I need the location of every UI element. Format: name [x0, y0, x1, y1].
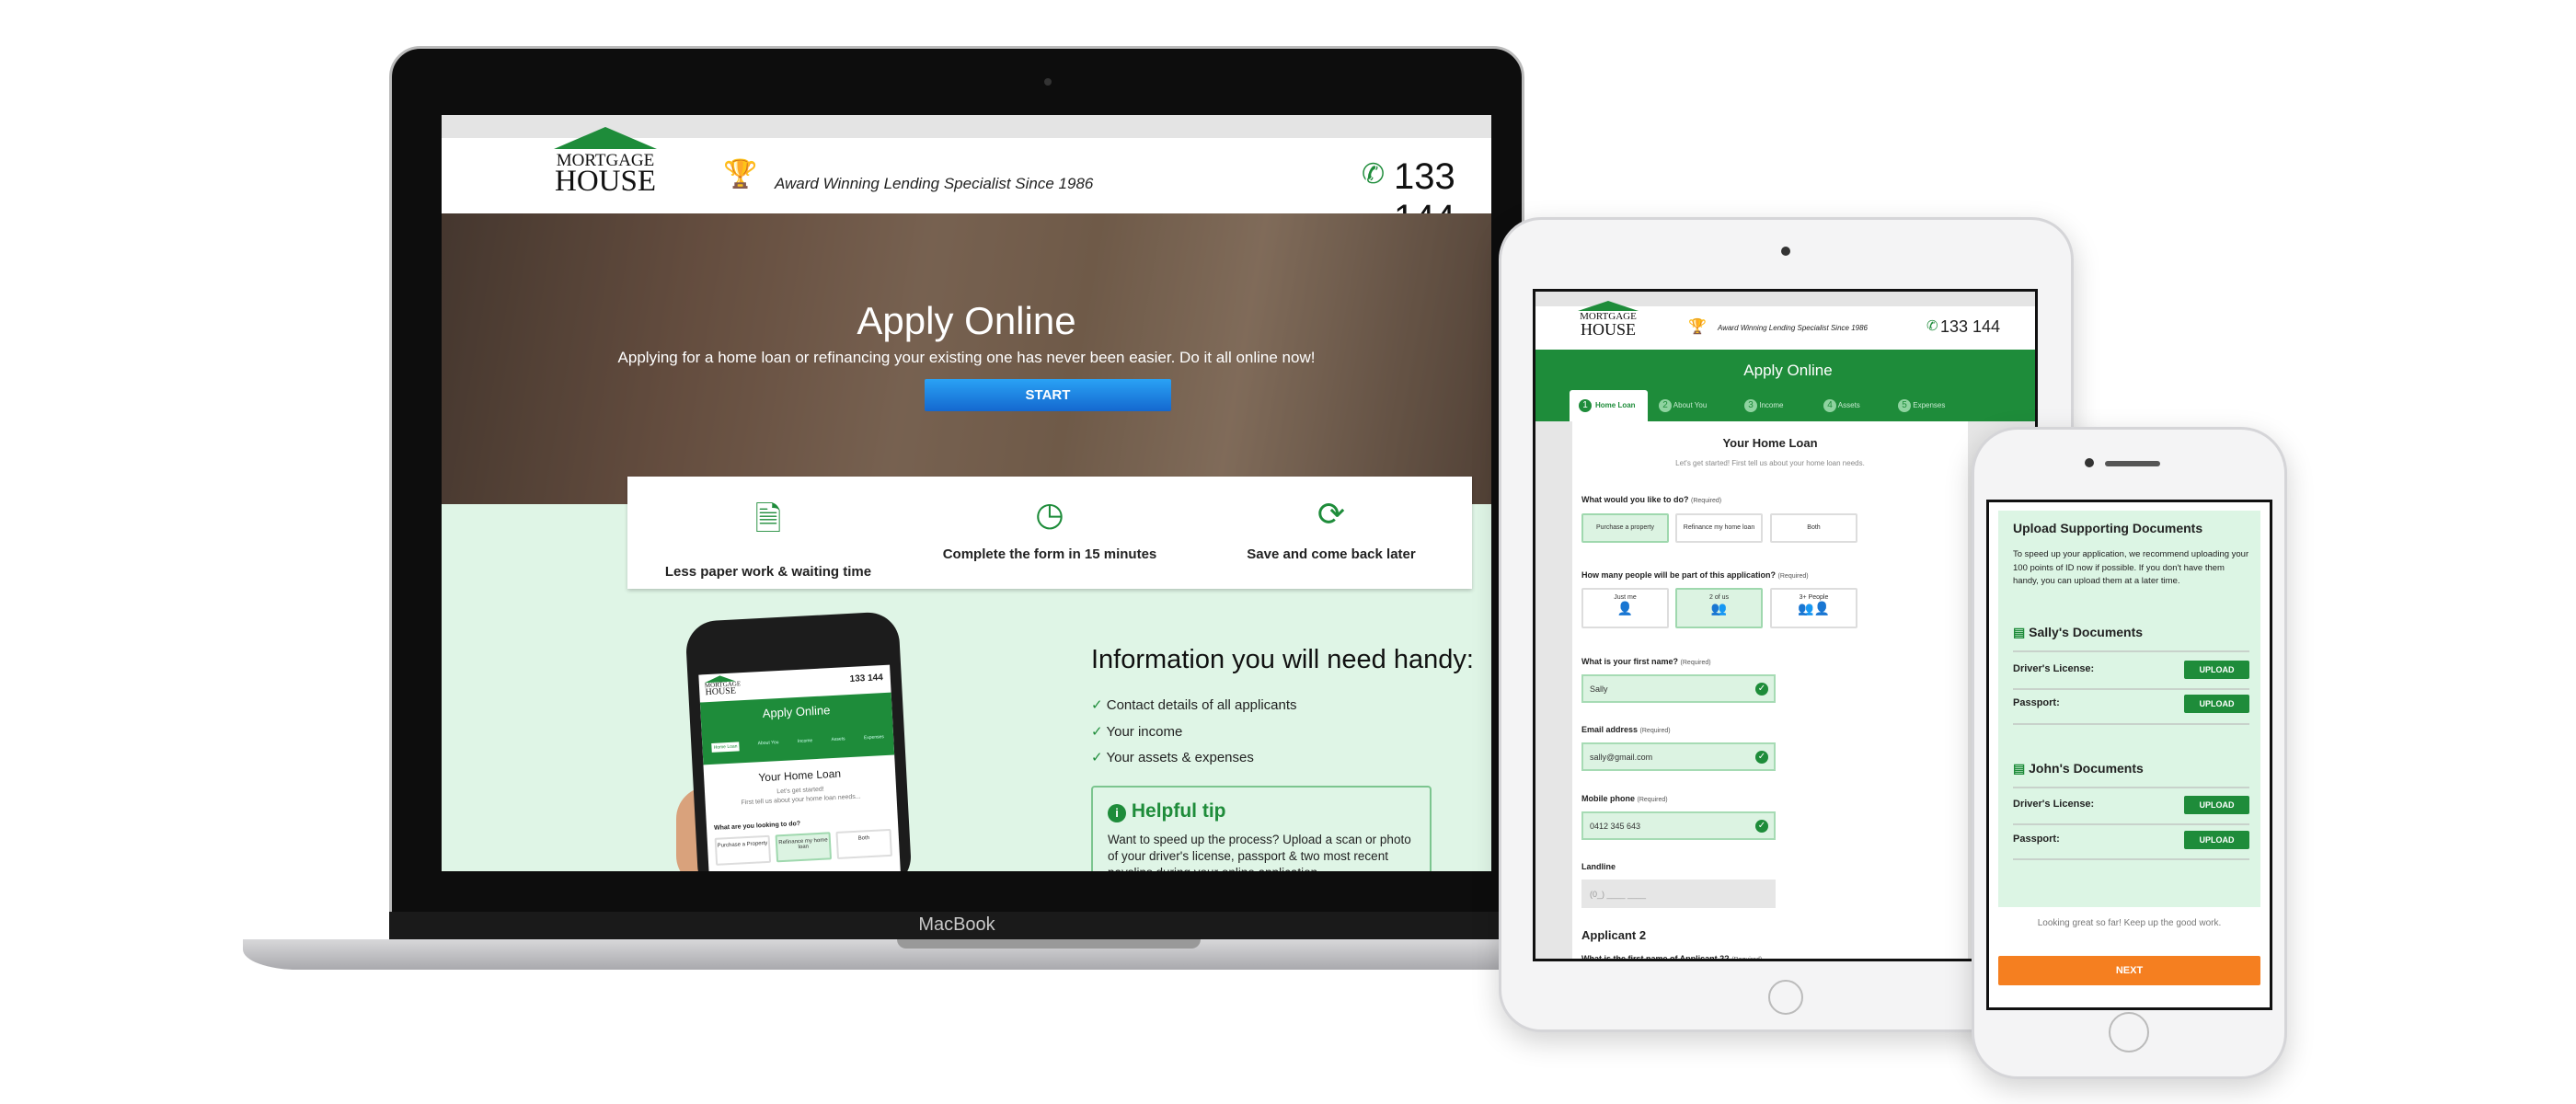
trophy-icon: 🏆 — [723, 159, 758, 190]
doc-row: Passport: UPLOAD — [2013, 831, 2249, 849]
tip-text: Want to speed up the process? Upload a s… — [1108, 833, 1411, 871]
check-icon: ✓ — [1755, 751, 1768, 764]
first-name-input[interactable]: Sally ✓ — [1581, 674, 1776, 703]
option-refinance[interactable]: Refinance my home loan — [1675, 513, 1763, 543]
q2-label: How many people will be part of this app… — [1581, 570, 1809, 580]
option-2-of-us[interactable]: 2 of us 👥 — [1675, 588, 1763, 628]
upload-button[interactable]: UPLOAD — [2184, 661, 2249, 679]
form-subheading: Let's get started! First tell us about y… — [1675, 459, 1865, 467]
mini-option: Purchase a Property — [714, 834, 772, 866]
group-heading: John's Documents — [2029, 761, 2144, 776]
features-card: 🗎 Less paper work & waiting time ◷ Compl… — [627, 477, 1472, 589]
tab-about-you[interactable]: 2 About You — [1659, 399, 1707, 412]
feature-item: ⟳ Save and come back later — [1190, 495, 1472, 562]
tagline: Award Winning Lending Specialist Since 1… — [775, 175, 1094, 192]
landline-input[interactable]: (0_) ____ ____ — [1581, 880, 1776, 908]
phone-speaker — [2105, 461, 2160, 466]
option-3-plus[interactable]: 3+ People 👥👤 — [1770, 588, 1857, 628]
logo[interactable]: MORTGAGE HOUSE — [554, 127, 657, 196]
info-icon: i — [1108, 804, 1126, 822]
tab-income[interactable]: 3 Income — [1744, 399, 1783, 412]
applicant2-question: What is the first name of Applicant 2? (… — [1581, 954, 1763, 961]
clock-icon: ◷ — [1035, 495, 1064, 533]
laptop-notch — [897, 939, 1201, 949]
mini-green-header: Apply Online Home Loan About You Income Ass… — [699, 692, 895, 765]
start-button[interactable]: START — [925, 379, 1171, 411]
form-heading: Your Home Loan — [1722, 436, 1818, 450]
first-name-label: What is your first name? (Required) — [1581, 657, 1711, 666]
mini-question: What are you looking to do? — [713, 821, 801, 832]
mini-phone: MORTGAGE HOUSE 133 144 Apply Online Home … — [684, 611, 913, 871]
group-heading: Sally's Documents — [2029, 625, 2144, 639]
doc-row: Driver's License: UPLOAD — [2013, 796, 2249, 814]
phone-home-button[interactable] — [2109, 1012, 2149, 1052]
phone-icon: ✆ — [1926, 318, 1938, 334]
doc-row: Passport: UPLOAD — [2013, 695, 2249, 713]
tagline: Award Winning Lending Specialist Since 1… — [1718, 324, 1868, 332]
info-item: ✓ Contact details of all applicants — [1091, 697, 1297, 713]
applicant2-heading: Applicant 2 — [1581, 928, 1647, 942]
hero-subtitle: Applying for a home loan or refinancing … — [617, 349, 1316, 366]
tab-expenses[interactable]: 5 Expenses — [1898, 399, 1945, 412]
upload-button[interactable]: UPLOAD — [2184, 796, 2249, 814]
laptop-brand: MacBook — [918, 914, 995, 935]
option-just-me[interactable]: Just me 👤 — [1581, 588, 1669, 628]
mini-option: Refinance my home loan — [775, 832, 833, 863]
tab-home-loan[interactable]: 1 Home Loan — [1570, 390, 1648, 421]
email-input[interactable]: sally@gmail.com ✓ — [1581, 742, 1776, 771]
tip-title: Helpful tip — [1131, 800, 1226, 822]
doc-row: Driver's License: UPLOAD — [2013, 661, 2249, 679]
feature-item: ◷ Complete the form in 15 minutes — [909, 495, 1190, 562]
footer-text: Looking great so far! Keep up the good w… — [2037, 918, 2222, 928]
laptop-screen: MORTGAGE HOUSE 🏆 Award Winning Lending S… — [442, 115, 1491, 871]
check-icon: ✓ — [1755, 683, 1768, 696]
email-label: Email address (Required) — [1581, 725, 1671, 734]
info-item: ✓ Your income — [1091, 723, 1183, 740]
tablet-screen: MORTGAGE HOUSE 🏆 Award Winning Lending Sp… — [1533, 289, 2038, 961]
refresh-icon: ⟳ — [1317, 495, 1346, 533]
helpful-tip-box: i Helpful tip Want to speed up the proce… — [1091, 786, 1432, 871]
page-title: Apply Online — [1743, 362, 1833, 379]
phone-number[interactable]: 133 144 — [1940, 317, 2000, 337]
logo[interactable]: MORTGAGE HOUSE — [1578, 301, 1639, 338]
tablet-home-button[interactable] — [1768, 980, 1803, 1015]
document-icon: ▤ — [2013, 761, 2026, 776]
laptop-camera — [1044, 78, 1052, 86]
upload-button[interactable]: UPLOAD — [2184, 831, 2249, 849]
mobile-input[interactable]: 0412 345 643 ✓ — [1581, 811, 1776, 840]
person-icon: 👤 — [1616, 601, 1634, 615]
option-both[interactable]: Both — [1770, 513, 1857, 543]
site-header: MORTGAGE HOUSE 🏆 Award Winning Lending S… — [442, 127, 1491, 238]
phone-icon: ✆ — [1362, 159, 1386, 190]
upload-title: Upload Supporting Documents — [2013, 521, 2203, 535]
three-people-icon: 👥👤 — [1798, 601, 1830, 615]
landline-label: Landline — [1581, 862, 1616, 871]
feature-item: 🗎 Less paper work & waiting time — [627, 495, 909, 580]
trophy-icon: 🏆 — [1688, 319, 1707, 335]
check-icon: ✓ — [1755, 820, 1768, 833]
site-header: MORTGAGE HOUSE 🏆 Award Winning Lending Sp… — [1535, 301, 2035, 350]
q1-label: What would you like to do? (Required) — [1581, 495, 1722, 504]
mini-option: Both — [835, 828, 892, 859]
document-check-icon: 🗎 — [754, 500, 782, 537]
phone-number: 133 144 — [849, 673, 884, 684]
option-purchase[interactable]: Purchase a property — [1581, 513, 1669, 543]
upload-button[interactable]: UPLOAD — [2184, 695, 2249, 713]
info-item: ✓ Your assets & expenses — [1091, 750, 1254, 765]
hero-title: Apply Online — [857, 299, 1076, 342]
tablet-camera — [1781, 247, 1790, 256]
next-button[interactable]: NEXT — [1998, 956, 2260, 985]
two-people-icon: 👥 — [1710, 601, 1728, 615]
tab-assets[interactable]: 4 Assets — [1823, 399, 1860, 412]
phone-screen: Upload Supporting Documents To speed up … — [1986, 500, 2272, 1010]
logo: MORTGAGE HOUSE — [704, 674, 741, 698]
info-heading: Information you will need handy: — [1091, 645, 1474, 674]
phone-camera — [2085, 458, 2094, 467]
mobile-label: Mobile phone (Required) — [1581, 794, 1668, 803]
upload-intro: To speed up your application, we recomme… — [2013, 549, 2249, 586]
info-list: ✓ Contact details of all applicants ✓ Yo… — [1091, 693, 1297, 772]
mini-phone-screen: MORTGAGE HOUSE 133 144 Apply Online Home … — [698, 664, 903, 871]
document-icon: ▤ — [2013, 625, 2026, 639]
